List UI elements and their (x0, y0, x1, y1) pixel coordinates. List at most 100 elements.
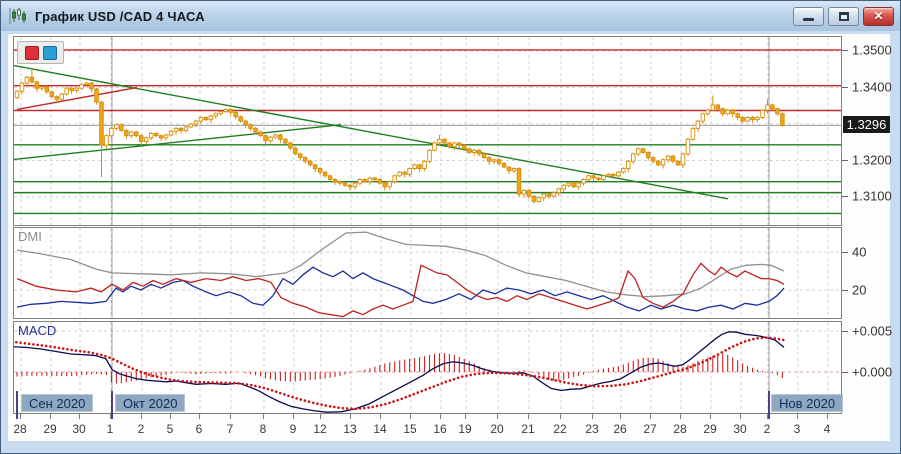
close-button[interactable]: ✕ (863, 7, 894, 26)
price-panel[interactable] (13, 36, 842, 226)
time-axis-label: 29 (37, 422, 63, 436)
time-axis-tick (350, 414, 351, 419)
dmi-scale-label: 40 (852, 245, 866, 260)
time-axis-label: 5 (157, 422, 183, 436)
time-axis-tick (79, 414, 80, 419)
dmi-panel[interactable]: DMI (13, 227, 842, 319)
time-axis-label: 27 (637, 422, 663, 436)
month-boundary-mark (111, 391, 113, 419)
macd-scale-label: +0.000 (852, 365, 892, 380)
dmi-scale-label-tick (842, 252, 848, 253)
time-axis-label: 3 (784, 422, 810, 436)
restore-icon (839, 12, 849, 21)
time-axis-tick (650, 414, 651, 419)
month-label: Сен 2020 (21, 394, 93, 412)
time-axis-label: 22 (547, 422, 573, 436)
time-axis-tick (560, 414, 561, 419)
time-axis-tick (320, 414, 321, 419)
time-axis-tick (50, 414, 51, 419)
dmi-scale-label-tick (842, 290, 848, 291)
time-axis-label: 30 (66, 422, 92, 436)
macd-scale-label-tick (842, 372, 848, 373)
time-axis-label: 9 (280, 422, 306, 436)
time-axis-tick (740, 414, 741, 419)
time-axis-tick (465, 414, 466, 419)
titlebar[interactable]: График USD /CAD 4 ЧАСА ✕ (1, 1, 900, 31)
time-axis-tick (710, 414, 711, 419)
time-axis-label: 20 (484, 422, 510, 436)
time-axis-label: 26 (607, 422, 633, 436)
dmi-panel-label: DMI (18, 229, 42, 244)
dmi-chart-svg[interactable] (14, 228, 841, 318)
time-axis-label: 7 (217, 422, 243, 436)
price-scale-label: 1.3500 (852, 43, 892, 58)
time-axis-tick (141, 414, 142, 419)
time-axis-tick (230, 414, 231, 419)
close-icon: ✕ (873, 10, 883, 22)
time-axis-tick (440, 414, 441, 419)
month-boundary-mark (768, 391, 770, 419)
window-title: График USD /CAD 4 ЧАСА (35, 9, 205, 24)
time-axis-label: 15 (397, 422, 423, 436)
price-scale-label-tick (842, 87, 848, 88)
time-axis-tick (620, 414, 621, 419)
month-label: Нов 2020 (771, 394, 843, 412)
time-axis-label: 12 (307, 422, 333, 436)
time-axis-tick (199, 414, 200, 419)
time-axis-label: 28 (7, 422, 33, 436)
time-axis-tick (827, 414, 828, 419)
time-axis-tick (797, 414, 798, 419)
time-axis-label: 4 (814, 422, 840, 436)
price-scale-label-tick (842, 160, 848, 161)
chart-card: DMI MACD 2829301256789121314151619202122… (8, 34, 890, 441)
current-price-badge: 1.3296 (843, 116, 890, 133)
candlestick-chart-icon (9, 7, 29, 25)
price-chart-svg[interactable] (14, 37, 841, 225)
price-scale-label: 1.3400 (852, 79, 892, 94)
time-axis-tick (410, 414, 411, 419)
time-axis-tick (170, 414, 171, 419)
chart-window: График USD /CAD 4 ЧАСА ✕ DMI MACD (0, 0, 901, 454)
price-scale-label: 1.3100 (852, 189, 892, 204)
time-axis-tick (263, 414, 264, 419)
time-axis-tick (380, 414, 381, 419)
time-axis-label: 21 (515, 422, 541, 436)
price-scale-label-tick (842, 50, 848, 51)
macd-panel-label: MACD (18, 323, 56, 338)
minimize-icon (803, 18, 814, 21)
time-axis-label: 16 (427, 422, 453, 436)
time-axis[interactable]: 2829301256789121314151619202122232627282… (8, 414, 842, 441)
time-axis-label: 6 (186, 422, 212, 436)
restore-button[interactable] (828, 7, 859, 26)
time-axis-label: 28 (667, 422, 693, 436)
time-axis-tick (497, 414, 498, 419)
time-axis-label: 8 (250, 422, 276, 436)
window-controls: ✕ (789, 7, 894, 26)
month-label: Окт 2020 (115, 394, 185, 412)
chart-client-area: DMI MACD 2829301256789121314151619202122… (1, 31, 900, 453)
time-axis-label: 1 (97, 422, 123, 436)
time-axis-label: 23 (579, 422, 605, 436)
time-axis-label: 19 (452, 422, 478, 436)
time-axis-tick (680, 414, 681, 419)
time-axis-label: 2 (128, 422, 154, 436)
time-axis-label: 14 (367, 422, 393, 436)
time-axis-label: 13 (337, 422, 363, 436)
time-axis-tick (528, 414, 529, 419)
sell-button[interactable] (25, 46, 39, 60)
month-boundary-mark (16, 391, 18, 419)
time-axis-label: 30 (727, 422, 753, 436)
buy-button[interactable] (43, 46, 57, 60)
time-axis-label: 29 (697, 422, 723, 436)
price-scale-label-tick (842, 196, 848, 197)
time-axis-tick (293, 414, 294, 419)
value-scale-column[interactable]: 1.35001.34001.32001.31004020+0.005+0.000… (842, 34, 890, 441)
time-axis-label: 2 (754, 422, 780, 436)
price-scale-label: 1.3200 (852, 152, 892, 167)
time-axis-tick (592, 414, 593, 419)
time-axis-tick (20, 414, 21, 419)
minimize-button[interactable] (793, 7, 824, 26)
macd-scale-label-tick (842, 331, 848, 332)
order-buttons-toolbar (17, 41, 64, 64)
macd-scale-label: +0.005 (852, 324, 892, 339)
